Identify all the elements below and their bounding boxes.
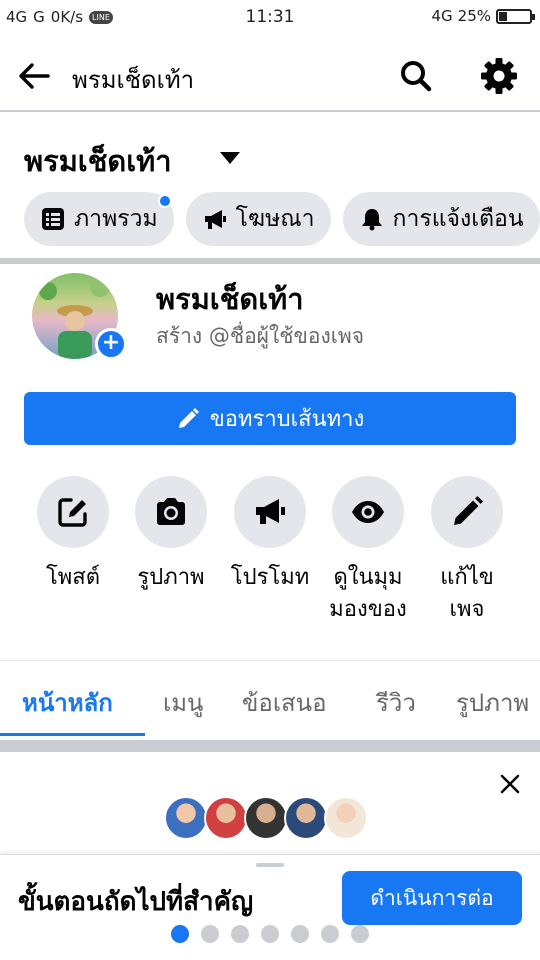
page-dot[interactable] [321, 925, 339, 943]
action-row: โพสต์ รูปภาพ โปรโมท ดูในมุม มองของ แก้ไข… [0, 476, 540, 636]
battery-icon [496, 8, 535, 24]
action-post[interactable]: โพสต์ [23, 476, 123, 594]
tab-offers[interactable]: ข้อเสนอ [242, 683, 327, 722]
directions-label: ขอทราบเส้นทาง [209, 407, 365, 432]
chip-label: การแจ้งเตือน [392, 206, 524, 232]
megaphone-icon [204, 210, 226, 229]
page-indicator [171, 925, 369, 943]
pencil-icon [454, 496, 483, 525]
chip-row: ภาพรวม โฆษณา การแจ้งเตือน [24, 192, 540, 246]
page-dot[interactable] [351, 925, 369, 943]
search-icon[interactable] [396, 56, 436, 96]
tab-reviews[interactable]: รีวิว [376, 683, 416, 722]
friend-avatar [324, 796, 368, 840]
profile-name: พรมเช็ดเท้า [156, 282, 304, 316]
notification-dot [157, 194, 172, 208]
back-arrow-icon[interactable] [14, 56, 54, 96]
page-profile: + พรมเช็ดเท้า สร้าง @ชื่อผู้ใช้ของเพจ ขอ… [0, 266, 540, 656]
page-dot[interactable] [231, 925, 249, 943]
sheet-title: ขั้นตอนถัดไปที่สำคัญ [18, 887, 254, 917]
friend-avatars [164, 796, 368, 840]
action-circle [332, 476, 404, 548]
chip-notifications[interactable]: การแจ้งเตือน [342, 192, 540, 246]
status-right: 4G 25% [431, 7, 535, 25]
page-dot[interactable] [261, 925, 279, 943]
action-label: โปรโมท [230, 565, 310, 590]
action-circle [37, 476, 109, 548]
chip-label: โฆษณา [235, 206, 315, 232]
tab-menu[interactable]: เมนู [163, 683, 203, 722]
bell-icon [361, 209, 382, 231]
get-directions-button[interactable]: ขอทราบเส้นทาง [24, 392, 516, 445]
chip-ads[interactable]: โฆษณา [185, 192, 331, 246]
section-divider [0, 258, 540, 264]
app-bar-title: พรมเช็ดเท้า [72, 66, 195, 94]
section-divider [0, 740, 540, 752]
continue-button[interactable]: ดำเนินการต่อ [342, 871, 522, 925]
friend-avatar [284, 796, 328, 840]
page-dot[interactable] [291, 925, 309, 943]
friend-avatar [164, 796, 208, 840]
battery-fill [499, 11, 507, 21]
pencil-icon [178, 407, 199, 428]
gear-icon[interactable] [478, 55, 520, 97]
add-photo-button[interactable]: + [95, 328, 127, 360]
action-label: แก้ไข เพจ [417, 562, 517, 626]
action-promote[interactable]: โปรโมท [220, 476, 320, 594]
app-bar: พรมเช็ดเท้า [0, 38, 540, 112]
next-steps-sheet: ขั้นตอนถัดไปที่สำคัญ ดำเนินการต่อ [0, 854, 540, 960]
status-bar: 4G G 0K/s LINE 11:31 4G 25% [0, 0, 540, 36]
tab-home[interactable]: หน้าหลัก [22, 683, 113, 722]
page-header: พรมเช็ดเท้า ภาพรวม โฆษณา การแจ้งเตือน [0, 114, 540, 260]
megaphone-icon [256, 499, 285, 524]
action-label: โพสต์ [45, 565, 101, 590]
page-dot[interactable] [201, 925, 219, 943]
action-label-line: เพจ [449, 597, 485, 622]
action-label-line: แก้ไข [440, 565, 494, 590]
tab-photos[interactable]: รูปภาพ [456, 683, 529, 722]
action-photo[interactable]: รูปภาพ [121, 476, 221, 594]
page-tabs: หน้าหลัก เมนู ข้อเสนอ รีวิว รูปภาพ [0, 660, 540, 738]
active-tab-indicator [0, 733, 145, 736]
camera-icon [157, 498, 185, 525]
friend-avatar [244, 796, 288, 840]
action-circle [135, 476, 207, 548]
chip-label: ภาพรวม [74, 206, 158, 232]
eye-icon [352, 501, 384, 523]
action-view-as[interactable]: ดูในมุม มองของ [318, 476, 418, 626]
action-label-line: ดูในมุม [333, 565, 403, 590]
chip-overview[interactable]: ภาพรวม [24, 192, 174, 246]
action-circle [234, 476, 306, 548]
action-circle [431, 476, 503, 548]
page-name-selector[interactable]: พรมเช็ดเท้า [24, 138, 172, 184]
compose-icon [58, 498, 87, 527]
close-icon[interactable] [496, 770, 524, 798]
caret-down-icon[interactable] [218, 150, 242, 166]
friend-avatar [204, 796, 248, 840]
action-label: รูปภาพ [137, 565, 205, 590]
list-icon [42, 208, 64, 230]
battery-percent: 25% [457, 7, 491, 25]
sheet-handle[interactable] [256, 863, 284, 867]
action-label: ดูในมุม มองของ [318, 562, 418, 626]
page-dot[interactable] [171, 925, 189, 943]
action-edit-page[interactable]: แก้ไข เพจ [417, 476, 517, 626]
action-label-line: มองของ [329, 597, 407, 622]
network-indicator: 4G [431, 7, 453, 25]
create-username-link[interactable]: สร้าง @ชื่อผู้ใช้ของเพจ [156, 320, 364, 353]
invite-card [0, 752, 540, 854]
